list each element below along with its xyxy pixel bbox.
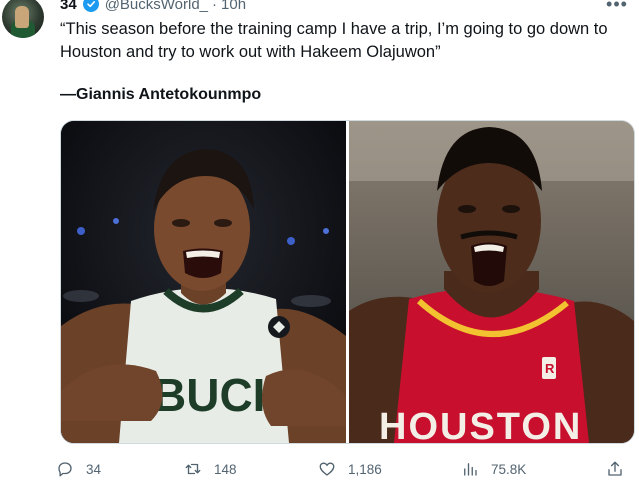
photo-hakeem[interactable]: R HOUSTON	[349, 121, 634, 443]
tweet-header: 34 @BucksWorld_ · 10h	[60, 0, 246, 13]
like-icon	[319, 462, 335, 476]
photo-giannis[interactable]: BUCK	[61, 121, 346, 443]
avatar[interactable]	[2, 0, 44, 38]
tweet-media[interactable]: BUCK R HOUSTON	[60, 120, 635, 444]
share-icon	[608, 461, 622, 476]
retweet-button[interactable]: 148	[184, 456, 237, 482]
tweet-actions: 34 148 1,186 75.8K	[56, 456, 636, 482]
reply-button[interactable]: 34	[56, 456, 101, 482]
retweet-count: 148	[214, 461, 237, 477]
views-icon	[464, 463, 477, 476]
jersey-patch: R	[545, 361, 555, 376]
reply-count: 34	[86, 461, 102, 477]
views-button[interactable]: 75.8K	[461, 456, 526, 482]
like-button[interactable]: 1,186	[318, 456, 382, 482]
verified-icon	[82, 0, 99, 12]
quote-attribution: —Giannis Antetokounmpo	[60, 86, 262, 103]
separator: ·	[212, 0, 218, 13]
reply-icon	[58, 462, 72, 477]
share-button[interactable]	[606, 456, 624, 482]
timestamp[interactable]: 10h	[221, 0, 246, 13]
retweet-icon	[185, 463, 201, 475]
like-count: 1,186	[348, 461, 382, 477]
user-handle[interactable]: @BucksWorld_	[105, 0, 208, 13]
tweet-text: “This season before the training camp I …	[60, 20, 608, 61]
jersey-text-right: HOUSTON	[379, 406, 582, 443]
views-count: 75.8K	[491, 461, 527, 477]
avatar-figure	[15, 6, 29, 28]
display-name[interactable]: 34	[60, 0, 77, 13]
more-icon[interactable]: •••	[603, 0, 631, 14]
